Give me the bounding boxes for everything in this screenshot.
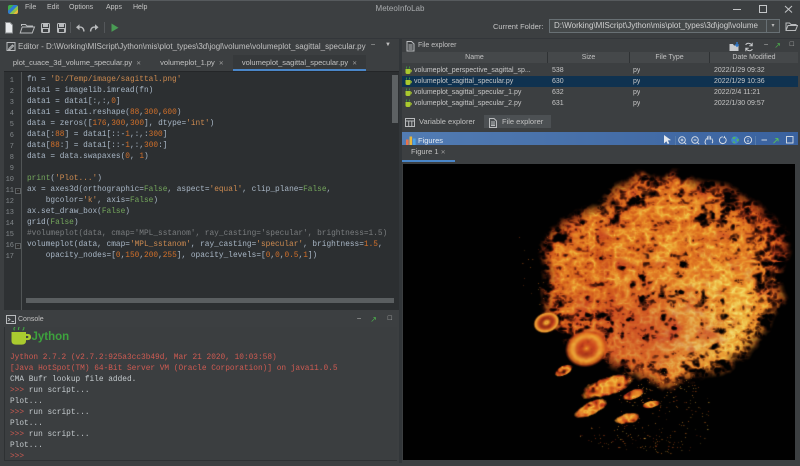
svg-text:Jython: Jython (32, 331, 70, 343)
